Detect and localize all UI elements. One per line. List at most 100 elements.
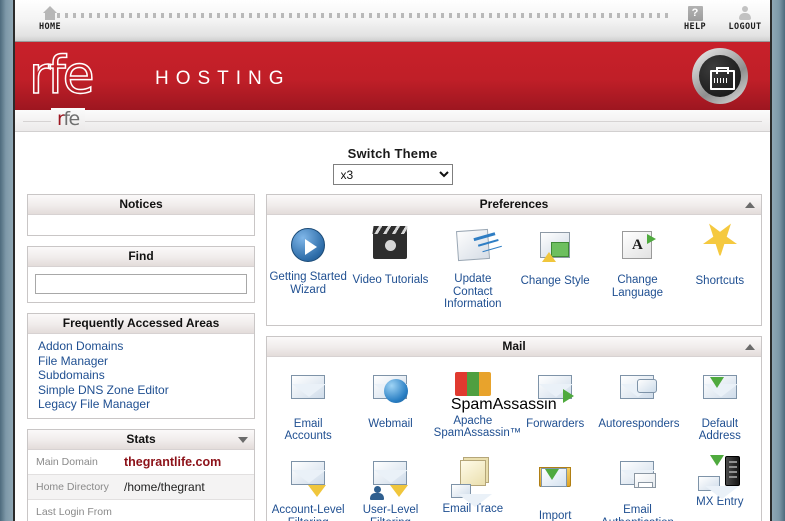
server-envelope-icon	[697, 453, 742, 499]
frequent-link-2[interactable]: Subdomains	[38, 368, 254, 383]
tile-email-accounts[interactable]: Email Accounts	[267, 365, 349, 451]
find-panel-body	[28, 267, 254, 302]
tile-label: Email Accounts	[284, 417, 332, 443]
frequent-link-4[interactable]: Legacy File Manager	[38, 397, 254, 412]
globe-envelope-icon	[368, 374, 412, 415]
frequent-areas-header: Frequently Accessed Areas	[28, 314, 254, 334]
browser-frame: HOME ? HELP LOGOUT rfe HOSTING rfe Switc…	[13, 0, 772, 521]
stats-panel-title: Stats	[126, 431, 156, 446]
tile-label: User-Level Filtering	[362, 503, 419, 521]
brand-banner: rfe HOSTING	[15, 42, 770, 110]
triangle-down-icon[interactable]	[238, 436, 248, 443]
stats-row: Home Directory/home/thegrant	[28, 474, 254, 500]
tile-label: Shortcuts	[695, 275, 745, 287]
tile-label: Autoresponders	[598, 417, 680, 430]
tile-apache-spamassassin[interactable]: SpamAssassin Apache SpamAssassin™	[432, 365, 557, 451]
nav-home-label: HOME	[38, 22, 62, 32]
spamassassin-icon: SpamAssassin	[451, 371, 557, 413]
envelope-documents-icon	[450, 459, 495, 507]
stats-row-key: Last Login From	[36, 506, 112, 519]
tile-label: Default Address	[698, 417, 741, 443]
film-clapper-icon	[368, 231, 412, 271]
sub-header-wordmark: rfe	[51, 108, 85, 130]
tile-label: Email Authentication	[601, 503, 674, 521]
user-icon	[737, 6, 753, 21]
section-header: Preferences	[267, 195, 761, 215]
stats-row: Main Domain thegrantlife.com	[28, 450, 254, 475]
tile-label: Import Addresses and Forwarders	[538, 509, 572, 521]
envelope-down-icon	[698, 374, 742, 415]
frequent-link-0[interactable]: Addon Domains	[38, 339, 254, 354]
stats-panel-body: Main Domain thegrantlife.com Home Director…	[28, 450, 254, 521]
main-body: Switch Theme x3 Notices Find Frequently …	[15, 132, 770, 521]
notices-panel-body	[28, 215, 254, 235]
right-edge-rail	[772, 0, 785, 521]
tile-default-address[interactable]: Default Address	[679, 365, 761, 451]
find-panel: Find	[27, 246, 255, 303]
section-icon-grid: Email Accounts Webmail SpamAssassin Apache …	[267, 357, 761, 521]
tile-label: Update Contact Information	[444, 273, 502, 311]
envelope-icon	[286, 374, 330, 415]
tile-autoresponders[interactable]: Autoresponders	[596, 365, 680, 451]
stats-panel: Stats Main Domain thegrantlife.com Home Di…	[27, 428, 255, 521]
wordmark-fe: fe	[63, 108, 80, 130]
nav-home-button[interactable]: HOME	[23, 4, 77, 32]
tile-getting-started-wizard[interactable]: Getting Started Wizard	[267, 223, 349, 319]
section-title: Preferences	[479, 197, 549, 211]
tile-webmail[interactable]: Webmail	[349, 365, 431, 451]
contact-card-icon	[451, 228, 495, 270]
folder-import-icon	[533, 466, 577, 507]
sidebar: Notices Find Frequently Accessed Areas A…	[27, 194, 255, 521]
section-header: Mail	[267, 336, 761, 357]
play-circle-icon	[286, 228, 330, 268]
tile-label: Change Language	[611, 274, 664, 299]
tile-change-language[interactable]: A Change Language	[596, 223, 678, 319]
section-preferences: Preferences Getting Started Wizard Video T…	[266, 194, 762, 326]
network-jack-icon	[709, 66, 735, 90]
tile-shortcuts[interactable]: Shortcuts	[679, 223, 761, 319]
triangle-up-icon[interactable]	[745, 343, 755, 350]
tile-import-addresses-and-forwarders[interactable]: Import Addresses and Forwarders	[514, 451, 596, 521]
frequent-link-3[interactable]: Simple DNS Zone Editor	[38, 383, 254, 398]
help-icon: ?	[687, 6, 703, 21]
brand-logo-text: rfe	[28, 46, 95, 106]
frequent-areas-body: Addon Domains File Manager Subdomains Simpl…	[28, 334, 254, 418]
tile-account-level-filtering[interactable]: Account-Level Filtering	[267, 451, 349, 521]
tile-change-style[interactable]: Change Style	[514, 223, 596, 319]
tile-label: Change Style	[520, 275, 590, 287]
nav-help-label: HELP	[683, 22, 707, 32]
main-content: Preferences Getting Started Wizard Video T…	[266, 194, 762, 521]
nav-help-button[interactable]: ? HELP	[668, 4, 722, 32]
theme-select[interactable]: x3	[332, 164, 453, 185]
tile-label: Webmail	[368, 417, 413, 430]
envelope-arrow-icon	[533, 374, 577, 415]
tile-update-contact-information[interactable]: Update Contact Information	[432, 223, 514, 319]
envelope-funnel-icon	[286, 460, 330, 501]
tile-email-trace[interactable]: Email Trace	[432, 451, 514, 521]
find-search-input[interactable]	[35, 274, 247, 294]
notices-panel: Notices	[27, 194, 255, 236]
section-title: Mail	[502, 338, 526, 353]
tile-user-level-filtering[interactable]: User-Level Filtering	[349, 451, 431, 521]
home-icon	[42, 6, 58, 21]
stats-row: Last Login From	[28, 500, 254, 521]
network-jack-badge	[692, 48, 748, 104]
tile-mx-entry[interactable]: MX Entry	[679, 451, 761, 521]
nav-logout-button[interactable]: LOGOUT	[718, 4, 770, 32]
tile-label: Account-Level Filtering	[271, 503, 345, 521]
frequent-link-1[interactable]: File Manager	[38, 354, 254, 369]
tile-video-tutorials[interactable]: Video Tutorials	[349, 223, 431, 319]
tile-email-authentication[interactable]: Email Authentication	[596, 451, 678, 521]
nav-logout-label: LOGOUT	[728, 22, 762, 32]
theme-switcher: Switch Theme x3	[15, 132, 770, 185]
palette-icon	[533, 232, 577, 272]
stats-row-key: Main Domain	[36, 455, 98, 468]
tile-label: Apache SpamAssassin™	[433, 414, 522, 440]
tile-label: Getting Started Wizard	[269, 271, 347, 296]
notices-panel-header: Notices	[28, 195, 254, 215]
stats-row-value: thegrantlife.com	[124, 454, 222, 469]
star-icon	[698, 232, 742, 272]
frequent-areas-panel: Frequently Accessed Areas Addon Domains F…	[27, 313, 255, 419]
triangle-up-icon[interactable]	[745, 202, 755, 208]
sub-header-rule	[23, 121, 762, 122]
